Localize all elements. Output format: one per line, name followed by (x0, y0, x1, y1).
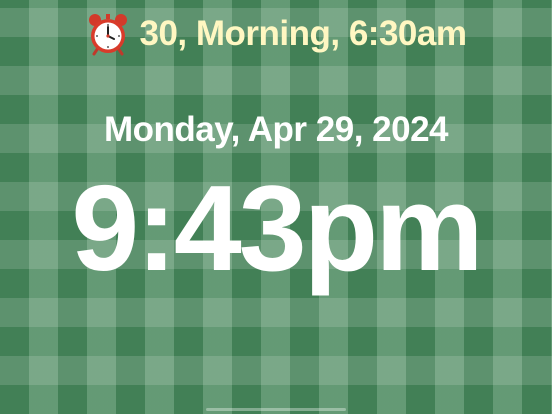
alarm-clock-icon (88, 14, 127, 56)
alarm-label: 30, Morning, 6:30am (139, 14, 467, 53)
current-time: 9:43pm (71, 160, 483, 296)
home-indicator[interactable] (206, 408, 346, 411)
current-date: Monday, Apr 29, 2024 (103, 110, 449, 149)
alarm-banner[interactable]: 30, Morning, 6:30am (0, 8, 552, 60)
